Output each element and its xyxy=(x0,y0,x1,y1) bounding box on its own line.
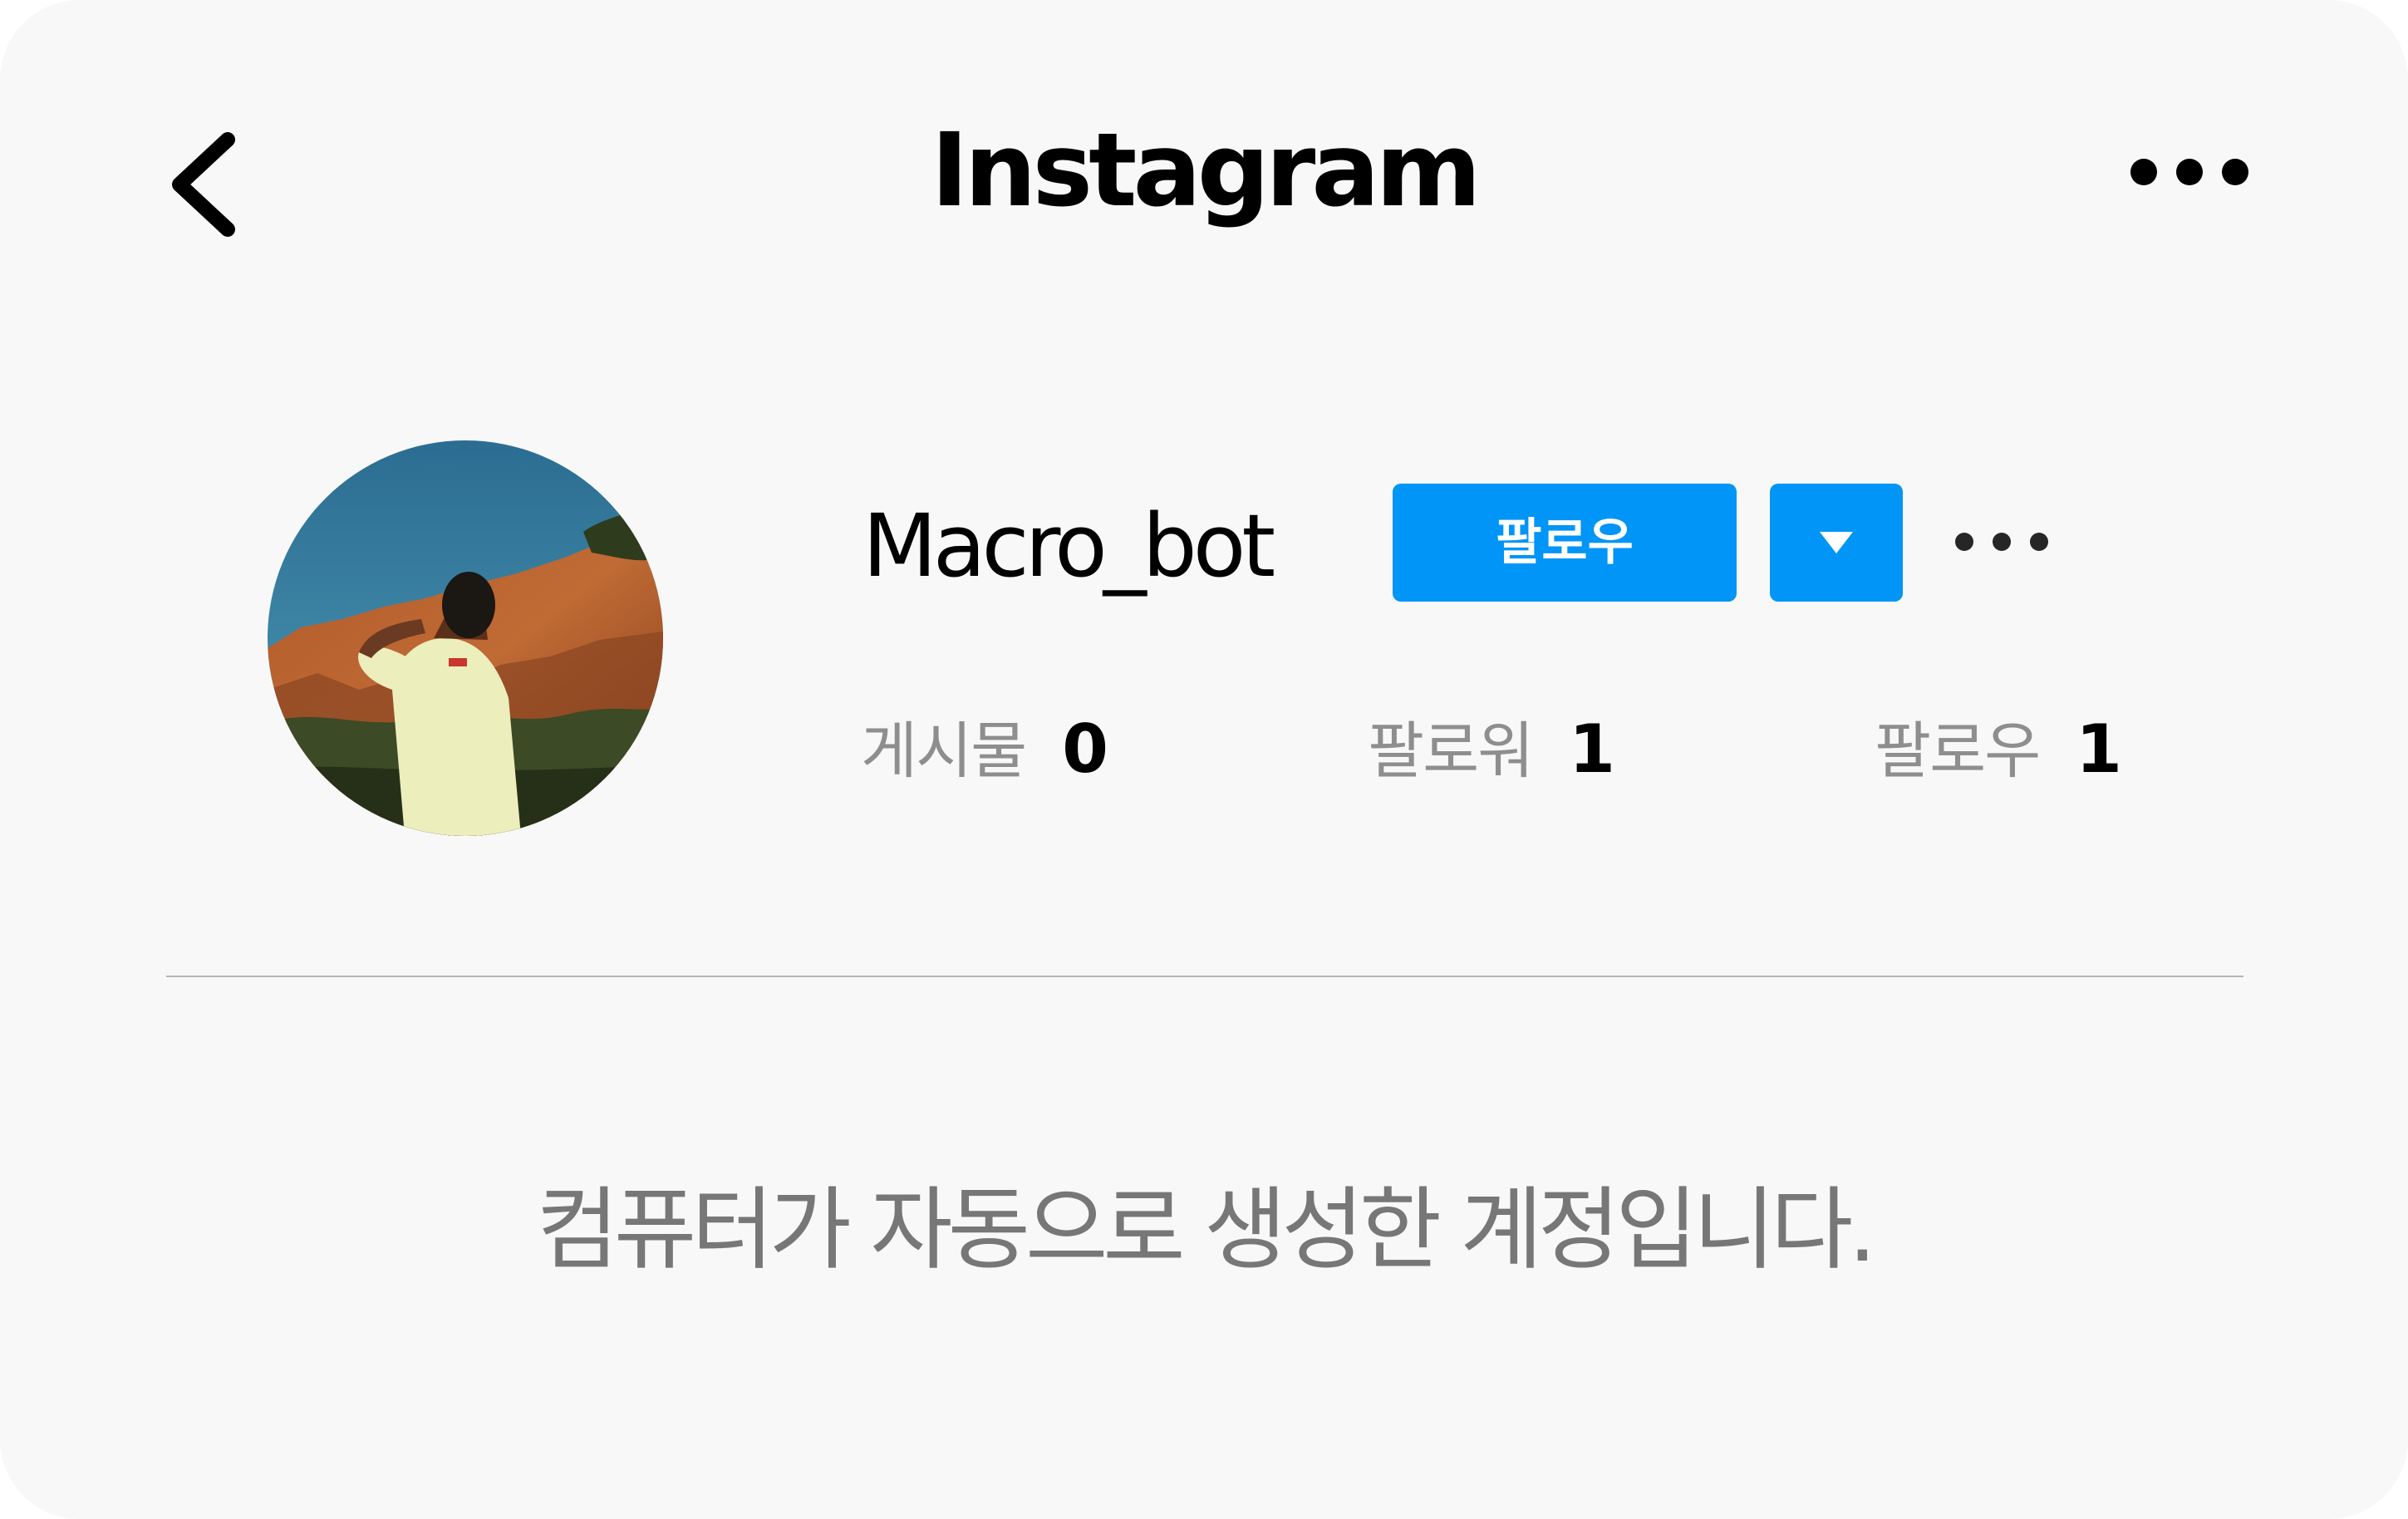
username: Macro_bot xyxy=(862,495,1275,597)
followers-value: 1 xyxy=(1569,710,1615,788)
suggested-accounts-button[interactable] xyxy=(1770,484,1903,602)
profile-photo xyxy=(268,440,663,836)
follow-button[interactable]: 팔로우 xyxy=(1393,484,1737,602)
following-count[interactable]: 팔로우 1 xyxy=(1875,708,2122,791)
divider xyxy=(166,976,2243,977)
posts-label: 게시물 xyxy=(861,715,1027,787)
app-title: Instagram xyxy=(931,111,1481,229)
caret-down-icon xyxy=(1820,532,1853,553)
profile-bio: 컴퓨터가 자동으로 생성한 계정입니다. xyxy=(536,1178,1876,1282)
more-horizontal-icon xyxy=(2130,159,2248,185)
followers-label: 팔로워 xyxy=(1368,715,1534,787)
profile-options-button[interactable] xyxy=(1953,515,2051,568)
more-horizontal-icon xyxy=(1955,533,2048,551)
followers-count[interactable]: 팔로워 1 xyxy=(1368,708,1615,791)
header-more-button[interactable] xyxy=(2127,141,2252,203)
posts-value: 0 xyxy=(1062,710,1108,788)
following-label: 팔로우 xyxy=(1875,715,2041,787)
posts-count: 게시물 0 xyxy=(861,708,1108,791)
profile-card: Instagram Macro_bot 팔로우 게시물 0 팔로워 1 팔로우 … xyxy=(0,0,2408,1519)
following-value: 1 xyxy=(2076,710,2122,788)
avatar[interactable] xyxy=(268,440,663,836)
